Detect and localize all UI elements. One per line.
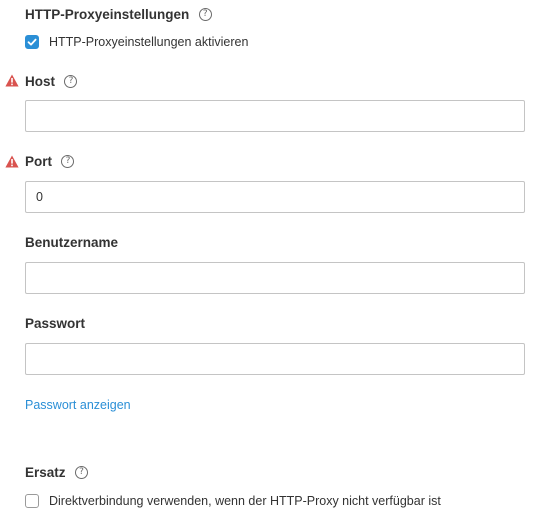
proxy-settings-title: HTTP-Proxyeinstellungen [25,7,190,22]
host-label: Host [25,74,55,89]
direct-connection-checkbox[interactable] [25,494,39,508]
host-label-row: Host ? [25,73,78,91]
host-input[interactable] [25,100,525,132]
help-icon[interactable]: ? [64,75,78,89]
warning-triangle-icon [5,155,19,168]
direct-connection-row[interactable]: Direktverbindung verwenden, wenn der HTT… [25,494,441,508]
direct-connection-label: Direktverbindung verwenden, wenn der HTT… [49,494,441,508]
fallback-header: Ersatz ? [25,464,88,482]
password-label: Passwort [25,316,86,331]
help-icon[interactable]: ? [198,8,212,22]
port-label-row: Port ? [25,153,75,171]
port-label: Port [25,154,52,169]
fallback-title: Ersatz [25,465,66,480]
enable-proxy-label: HTTP-Proxyeinstellungen aktivieren [49,35,249,49]
password-input[interactable] [25,343,525,375]
port-input[interactable] [25,181,525,213]
help-icon[interactable]: ? [74,466,88,480]
username-input[interactable] [25,262,525,294]
enable-proxy-checkbox[interactable] [25,35,39,49]
show-password-link[interactable]: Passwort anzeigen [25,398,131,412]
username-label: Benutzername [25,235,119,250]
checkmark-icon [27,38,37,46]
proxy-settings-header: HTTP-Proxyeinstellungen ? [25,6,212,24]
enable-proxy-row[interactable]: HTTP-Proxyeinstellungen aktivieren [25,35,248,49]
help-icon[interactable]: ? [61,155,75,169]
warning-triangle-icon [5,74,19,87]
